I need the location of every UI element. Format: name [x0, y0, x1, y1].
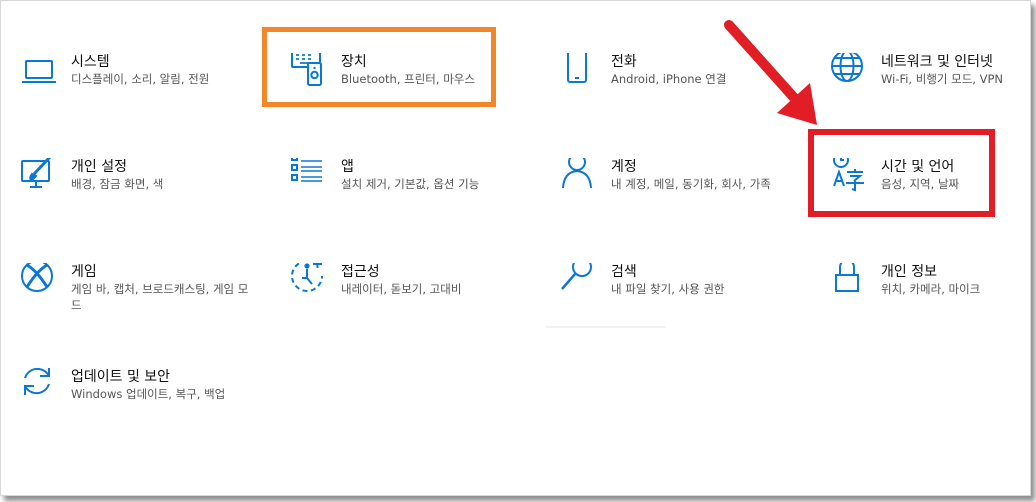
- arrow-annotation: [724, 20, 817, 125]
- tile-description: Wi-Fi, 비행기 모드, VPN: [881, 72, 1004, 86]
- tile-network[interactable]: 네트워크 및 인터넷 Wi-Fi, 비행기 모드, VPN: [831, 51, 1036, 121]
- tile-description: 내 파일 찾기, 사용 권한: [611, 282, 725, 296]
- tile-description: 내 계정, 메일, 동기화, 회사, 가족: [611, 177, 771, 191]
- phone-icon: [561, 53, 597, 89]
- tile-title: 업데이트 및 보안: [71, 369, 171, 385]
- sync-icon: [21, 368, 57, 404]
- tile-title: 네트워크 및 인터넷: [881, 54, 993, 70]
- tile-title: 접근성: [341, 264, 380, 280]
- tile-title: 개인 설정: [71, 159, 127, 175]
- divider: [546, 326, 666, 328]
- tile-accounts[interactable]: 계정 내 계정, 메일, 동기화, 회사, 가족: [561, 156, 791, 226]
- tile-description: 위치, 카메라, 마이크: [881, 282, 981, 296]
- tile-update-security[interactable]: 업데이트 및 보안 Windows 업데이트, 복구, 백업: [21, 366, 251, 436]
- tile-description: 디스플레이, 소리, 알림, 전원: [71, 72, 210, 86]
- tile-title: 시스템: [71, 54, 110, 70]
- tile-system[interactable]: 시스템 디스플레이, 소리, 알림, 전원: [21, 51, 251, 121]
- tile-title: 게임: [71, 264, 97, 280]
- tile-apps[interactable]: 앱 설치 제거, 기본값, 옵션 기능: [291, 156, 521, 226]
- highlight-box-devices: [262, 27, 496, 107]
- ease-of-access-icon: [291, 263, 327, 299]
- tile-search[interactable]: 검색 내 파일 찾기, 사용 권한: [561, 261, 791, 331]
- tile-description: 게임 바, 캡처, 브로드캐스팅, 게임 모드: [71, 282, 249, 312]
- lock-icon: [831, 263, 867, 299]
- tile-description: 설치 제거, 기본값, 옵션 기능: [341, 177, 480, 191]
- tile-description: Windows 업데이트, 복구, 백업: [71, 387, 226, 401]
- tile-title: 계정: [611, 159, 637, 175]
- tile-title: 앱: [341, 159, 354, 175]
- tile-privacy[interactable]: 개인 정보 위치, 카메라, 마이크: [831, 261, 1036, 331]
- highlight-box-time-language: [808, 129, 995, 217]
- personalization-icon: [21, 158, 57, 194]
- tile-personalization[interactable]: 개인 설정 배경, 잠금 화면, 색: [21, 156, 251, 226]
- globe-icon: [831, 53, 867, 89]
- tile-description: 배경, 잠금 화면, 색: [71, 177, 164, 191]
- xbox-icon: [21, 263, 57, 299]
- tile-title: 검색: [611, 264, 637, 280]
- settings-window: 시스템 디스플레이, 소리, 알림, 전원 장치 Bluetooth, 프린터,…: [0, 0, 1031, 496]
- tile-title: 전화: [611, 54, 637, 70]
- laptop-icon: [21, 53, 57, 89]
- tile-title: 개인 정보: [881, 264, 937, 280]
- person-icon: [561, 158, 597, 194]
- apps-list-icon: [291, 158, 327, 194]
- tile-gaming[interactable]: 게임 게임 바, 캡처, 브로드캐스팅, 게임 모드: [21, 261, 251, 331]
- tile-description: 내레이터, 돋보기, 고대비: [341, 282, 462, 296]
- search-icon: [561, 263, 597, 299]
- tile-ease-of-access[interactable]: 접근성 내레이터, 돋보기, 고대비: [291, 261, 521, 331]
